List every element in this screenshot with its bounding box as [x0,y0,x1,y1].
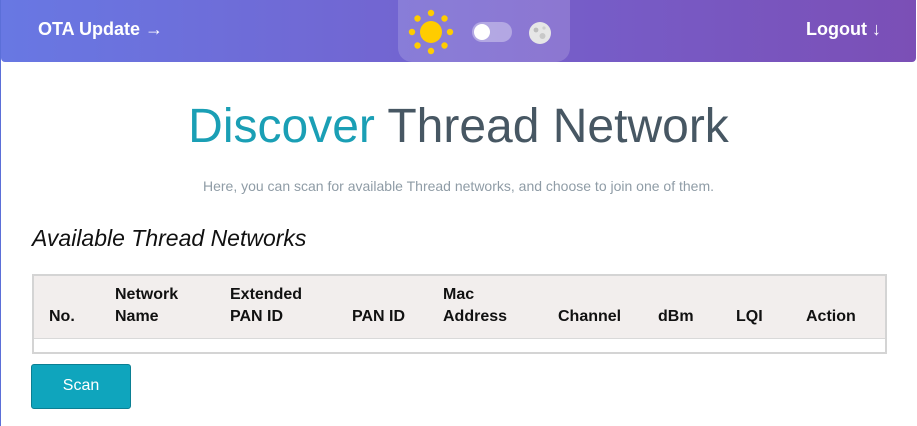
section-title: Available Thread Networks [32,225,307,251]
top-header: OTA Update → Logout ↓ [1,0,916,62]
theme-switcher [398,0,570,62]
theme-toggle-knob [474,24,490,40]
column-header-action: Action [806,308,856,325]
sun-icon[interactable] [403,4,461,62]
column-header-channel: Channel [558,308,622,325]
networks-table: No. Network Name Extended PAN ID PAN ID Ma… [32,274,887,354]
column-header-extended-pan-id: Extended PAN ID [230,286,303,325]
page-title-accent: Discover [188,100,375,153]
table-header-row: No. Network Name Extended PAN ID PAN ID Ma… [34,276,885,339]
column-header-network-name: Network Name [115,286,179,325]
page-left-border [0,0,1,426]
column-header-lqi: LQI [736,308,763,325]
scan-button[interactable]: Scan [31,364,131,409]
logout-link[interactable]: Logout ↓ [806,19,881,40]
ota-update-link[interactable]: OTA Update → [38,19,163,40]
column-header-mac-address: Mac Address [443,286,508,325]
theme-toggle[interactable] [472,22,512,42]
column-header-pan-id: PAN ID [352,308,406,325]
page-subtitle: Here, you can scan for available Thread … [202,178,715,194]
page-title: Discover Thread Network [0,99,917,154]
page-title-rest: Thread Network [387,100,729,153]
column-header-no: No. [49,308,75,325]
moon-icon[interactable] [528,21,552,45]
column-header-dbm: dBm [658,308,694,325]
